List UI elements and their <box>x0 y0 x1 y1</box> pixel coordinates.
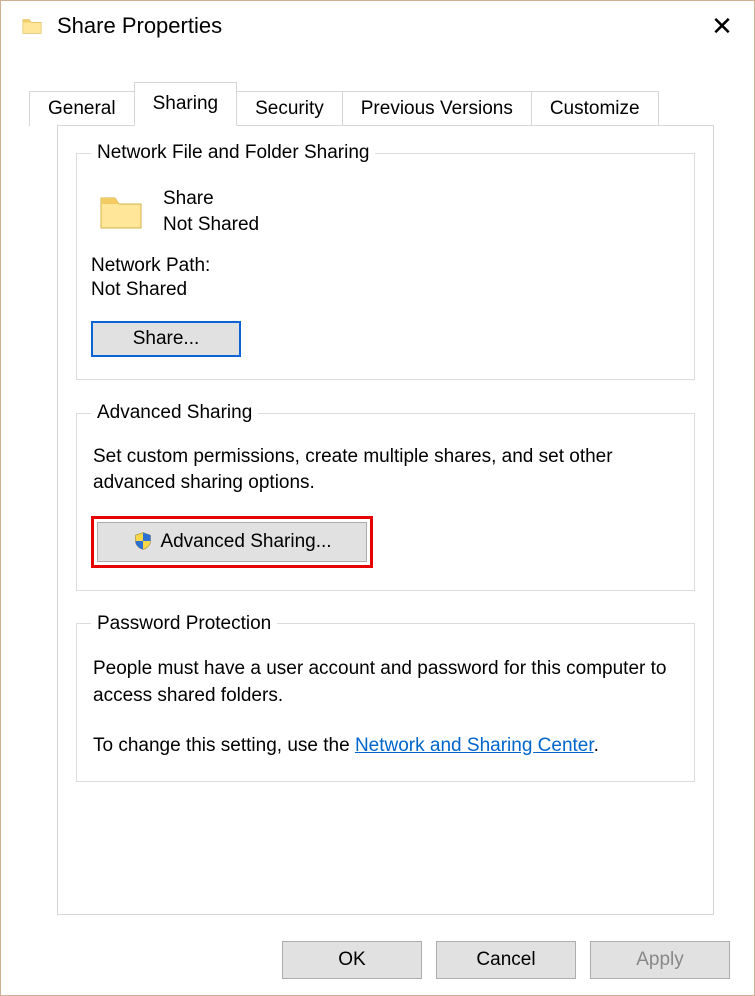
network-path-value: Not Shared <box>91 279 680 301</box>
tab-strip: General Sharing Security Previous Versio… <box>29 81 734 125</box>
dialog-button-row: OK Cancel Apply <box>282 941 730 979</box>
titlebar: Share Properties ✕ <box>1 1 754 51</box>
uac-shield-icon <box>132 531 154 553</box>
group-network-sharing-legend: Network File and Folder Sharing <box>91 142 375 164</box>
tab-general[interactable]: General <box>29 91 135 126</box>
tab-security[interactable]: Security <box>236 91 343 126</box>
share-button[interactable]: Share... <box>91 321 241 357</box>
tab-previous-versions[interactable]: Previous Versions <box>342 91 532 126</box>
ok-button[interactable]: OK <box>282 941 422 979</box>
window-title: Share Properties <box>57 13 702 39</box>
advanced-sharing-description: Set custom permissions, create multiple … <box>93 444 678 495</box>
tab-customize[interactable]: Customize <box>531 91 659 126</box>
tab-sharing[interactable]: Sharing <box>134 82 238 126</box>
group-advanced-sharing-legend: Advanced Sharing <box>91 402 258 424</box>
share-labels: Share Not Shared <box>163 186 259 237</box>
password-change-prefix: To change this setting, use the <box>93 735 355 756</box>
tab-panel-sharing: Network File and Folder Sharing Share No… <box>57 125 714 915</box>
folder-icon <box>97 188 145 236</box>
properties-dialog: Share Properties ✕ General Sharing Secur… <box>0 0 755 996</box>
advanced-sharing-button-label: Advanced Sharing... <box>160 531 331 553</box>
apply-button[interactable]: Apply <box>590 941 730 979</box>
share-name: Share <box>163 186 259 212</box>
share-status: Not Shared <box>163 212 259 238</box>
network-path-label: Network Path: <box>91 255 680 277</box>
close-icon[interactable]: ✕ <box>702 11 742 42</box>
group-password-protection: Password Protection People must have a u… <box>76 613 695 783</box>
group-password-protection-legend: Password Protection <box>91 613 277 635</box>
share-info-row: Share Not Shared <box>91 186 680 237</box>
group-advanced-sharing: Advanced Sharing Set custom permissions,… <box>76 402 695 590</box>
password-protection-change-text: To change this setting, use the Network … <box>93 732 676 760</box>
advanced-sharing-button[interactable]: Advanced Sharing... <box>97 522 367 562</box>
cancel-button[interactable]: Cancel <box>436 941 576 979</box>
password-protection-text: People must have a user account and pass… <box>93 655 676 710</box>
advanced-sharing-highlight: Advanced Sharing... <box>91 516 373 568</box>
tabs-container: General Sharing Security Previous Versio… <box>1 51 754 915</box>
group-network-sharing: Network File and Folder Sharing Share No… <box>76 142 695 380</box>
password-change-suffix: . <box>594 735 599 756</box>
folder-icon <box>21 15 43 37</box>
network-and-sharing-center-link[interactable]: Network and Sharing Center <box>355 735 594 756</box>
